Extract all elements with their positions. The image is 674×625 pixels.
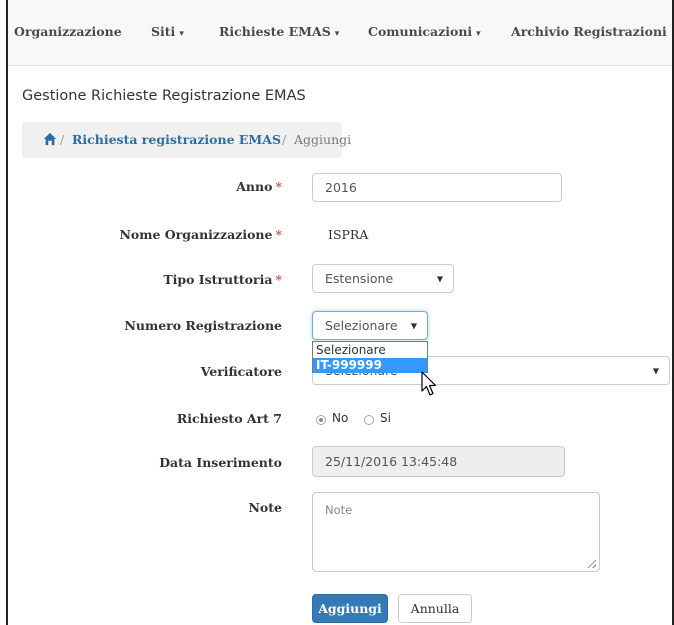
nome-organizzazione-label: Nome Organizzazione * <box>119 227 282 242</box>
nav-label: Organizzazione <box>14 24 122 39</box>
caret-down-icon: ▼ <box>410 321 417 330</box>
numero-registrazione-select[interactable]: Selezionare ▼ <box>312 311 428 340</box>
dropdown-option[interactable]: Selezionare <box>313 343 427 358</box>
radio-si-label: Si <box>380 411 391 425</box>
breadcrumb-separator: / <box>282 132 287 147</box>
tipo-istruttoria-label-text: Tipo Istruttoria <box>163 272 273 287</box>
note-label: Note <box>249 500 283 515</box>
nav-item-archivio-registrazioni[interactable]: Archivio Registrazioni <box>511 24 667 39</box>
resize-handle-icon[interactable] <box>588 560 596 568</box>
note-placeholder: Note <box>325 503 353 517</box>
nav-item-siti[interactable]: Siti ▾ <box>151 24 184 39</box>
caret-down-icon: ▾ <box>334 29 340 39</box>
breadcrumb-separator: / <box>60 132 65 147</box>
verificatore-label: Verificatore <box>201 364 282 379</box>
breadcrumb-link[interactable]: Richiesta registrazione EMAS <box>72 132 281 147</box>
nav-label: Comunicazioni <box>368 24 473 39</box>
radio-si[interactable] <box>364 415 374 425</box>
required-mark: * <box>275 227 282 242</box>
note-label-text: Note <box>248 500 283 515</box>
numero-registrazione-label-text: Numero Registrazione <box>124 318 282 333</box>
nav-label: Siti <box>151 24 176 39</box>
data-inserimento-label: Data Inserimento <box>159 455 282 470</box>
caret-down-icon: ▼ <box>436 274 443 283</box>
data-inserimento-field: 25/11/2016 13:45:48 <box>312 446 565 477</box>
richiesto-art7-label-text: Richiesto Art 7 <box>176 411 282 426</box>
app-frame: Organizzazione Siti ▾ Richieste EMAS ▾ Com… <box>6 0 674 625</box>
home-icon[interactable] <box>43 132 57 146</box>
annulla-button[interactable]: Annulla <box>398 594 472 623</box>
nome-organizzazione-value: ISPRA <box>328 227 369 242</box>
tipo-istruttoria-value: Estensione <box>325 271 394 286</box>
caret-down-icon: ▾ <box>476 29 481 39</box>
data-inserimento-label-text: Data Inserimento <box>159 455 282 470</box>
required-mark: * <box>275 179 282 194</box>
caret-down-icon: ▾ <box>179 29 184 39</box>
nav-item-comunicazioni[interactable]: Comunicazioni ▾ <box>368 24 481 39</box>
aggiungi-button[interactable]: Aggiungi <box>312 594 388 623</box>
data-inserimento-value: 25/11/2016 13:45:48 <box>325 454 458 469</box>
tipo-istruttoria-label: Tipo Istruttoria * <box>163 272 282 287</box>
anno-value: 2016 <box>325 180 357 195</box>
radio-no-label: No <box>332 411 349 425</box>
anno-label-text: Anno <box>236 179 273 194</box>
tipo-istruttoria-select[interactable]: Estensione ▼ <box>312 264 454 293</box>
nav-label: Archivio Registrazioni <box>511 24 667 39</box>
page-title: Gestione Richieste Registrazione EMAS <box>22 88 306 104</box>
nav-label: Richieste EMAS <box>219 24 331 39</box>
breadcrumb: / Richiesta registrazione EMAS / Aggiung… <box>22 122 351 158</box>
dropdown-option-highlighted[interactable]: IT-999999 <box>313 358 427 373</box>
mouse-cursor-icon <box>421 371 437 396</box>
nav-item-organizzazione[interactable]: Organizzazione <box>14 24 122 39</box>
numero-registrazione-label: Numero Registrazione <box>124 318 282 333</box>
anno-input[interactable]: 2016 <box>312 173 562 202</box>
numero-registrazione-value: Selezionare <box>325 318 398 333</box>
nav-item-richieste-emas[interactable]: Richieste EMAS ▾ <box>219 24 339 39</box>
nome-organizzazione-label-text: Nome Organizzazione <box>119 227 273 242</box>
richiesto-art7-label: Richiesto Art 7 <box>177 411 282 426</box>
anno-label: Anno * <box>236 179 282 194</box>
required-mark: * <box>275 272 282 287</box>
breadcrumb-active: Aggiungi <box>294 132 352 147</box>
top-navbar: Organizzazione Siti ▾ Richieste EMAS ▾ Com… <box>8 0 672 66</box>
radio-no[interactable] <box>316 415 326 425</box>
note-textarea[interactable]: Note <box>312 492 600 572</box>
verificatore-label-text: Verificatore <box>200 364 282 379</box>
caret-down-icon: ▼ <box>652 366 659 375</box>
numero-registrazione-dropdown: Selezionare IT-999999 <box>312 341 428 373</box>
